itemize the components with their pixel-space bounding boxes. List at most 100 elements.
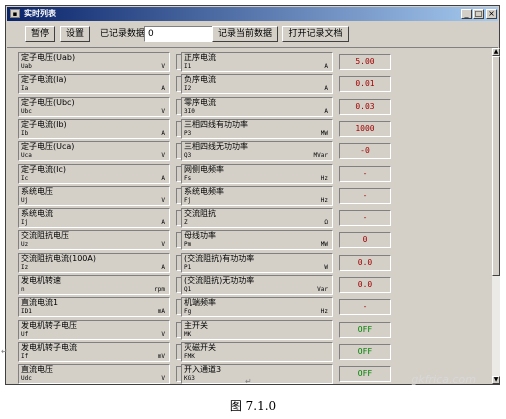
open-record-file-button[interactable]: 打开记录文档 bbox=[282, 26, 349, 42]
parameter-symbol: I2 bbox=[184, 85, 192, 93]
parameter-label-cell: 交流阻抗电流(100A) Iz A bbox=[18, 252, 170, 273]
parameter-unit: Hz bbox=[320, 174, 328, 182]
recorded-count-label: 已记录数据 bbox=[100, 29, 146, 39]
app-icon: ▪ bbox=[10, 9, 20, 18]
parameter-label-cell: 发电机转速 n rpm bbox=[18, 275, 170, 295]
parameter-symbol: Udc bbox=[21, 375, 32, 383]
data-list-panel: 定子电压(Uab)UabV100.0定子电流(Ia)IaA5.01定子电压(Ub… bbox=[7, 48, 491, 385]
parameter-symbol: Z bbox=[184, 219, 188, 227]
pause-button[interactable]: 暂停 bbox=[25, 26, 55, 42]
parameter-value: 0.0 bbox=[339, 277, 391, 293]
parameter-label-cell: 负序电流 I2 A bbox=[181, 74, 333, 95]
parameter-symbol: ID1 bbox=[21, 308, 32, 316]
parameter-name: 开入通道3 bbox=[184, 365, 222, 375]
parameter-label-cell: 系统电频率 Fj Hz bbox=[181, 185, 333, 206]
parameter-value: - bbox=[339, 165, 391, 182]
parameter-value: 0.03 bbox=[339, 98, 391, 115]
parameter-value: 5.00 bbox=[339, 54, 391, 70]
parameter-label-cell: 系统电流 Ij A bbox=[18, 208, 170, 229]
scroll-thumb[interactable] bbox=[492, 56, 500, 276]
parameter-label-cell: 定子电压(Uab) Uab V bbox=[18, 52, 170, 72]
parameter-unit: W bbox=[324, 263, 328, 271]
parameter-label-cell: 直流电压 Udc V bbox=[18, 364, 170, 385]
parameter-symbol: 3I0 bbox=[184, 107, 195, 115]
parameter-unit: V bbox=[161, 196, 165, 204]
parameter-name: 定子电压(Uca) bbox=[21, 142, 75, 152]
parameter-name: 三相四线有功功率 bbox=[184, 119, 248, 129]
parameter-unit: A bbox=[324, 85, 328, 93]
parameter-name: 发电机转子电流 bbox=[21, 342, 77, 352]
scroll-down-icon[interactable]: ▼ bbox=[492, 376, 500, 384]
parameter-label-cell: 母线功率 Pm MW bbox=[181, 230, 333, 251]
vertical-scrollbar[interactable]: ▲ ▼ bbox=[492, 48, 500, 384]
parameter-name: (交流阻抗)有功功率 bbox=[184, 253, 255, 263]
parameter-label-cell: 零序电流 3I0 A bbox=[181, 96, 333, 117]
parameter-value: 0.0 bbox=[339, 254, 391, 271]
parameter-unit: mA bbox=[157, 308, 165, 316]
parameter-symbol: Ic bbox=[21, 174, 29, 182]
parameter-unit: V bbox=[161, 375, 165, 383]
maximize-icon[interactable]: □ bbox=[473, 9, 484, 19]
parameter-unit: Ω bbox=[324, 219, 328, 227]
parameter-label-cell: 开入通道3 KG3 bbox=[181, 364, 333, 385]
parameter-name: 机端频率 bbox=[184, 298, 216, 308]
parameter-symbol: Fs bbox=[184, 174, 192, 182]
settings-button[interactable]: 设置 bbox=[60, 26, 90, 42]
parameter-symbol: Ubc bbox=[21, 107, 32, 115]
parameter-label-cell: 定子电流(Ia) Ia A bbox=[18, 74, 170, 95]
parameter-name: 系统电频率 bbox=[184, 186, 224, 196]
parameter-symbol: Uz bbox=[21, 241, 29, 249]
parameter-label-cell: 主开关 MK bbox=[181, 319, 333, 340]
parameter-label-cell: 三相四线无功功率 Q3 MVar bbox=[181, 141, 333, 162]
close-icon[interactable]: × bbox=[486, 9, 497, 19]
parameter-value: 0 bbox=[339, 232, 391, 249]
minimize-icon[interactable]: _ bbox=[461, 9, 472, 19]
watermark: gkfrica.com bbox=[411, 373, 476, 386]
parameter-unit: A bbox=[324, 63, 328, 70]
parameter-symbol: n bbox=[21, 286, 25, 293]
parameter-name: 系统电压 bbox=[21, 186, 53, 196]
parameter-symbol: Fj bbox=[184, 196, 192, 204]
parameter-unit: V bbox=[161, 330, 165, 338]
parameter-symbol: Q1 bbox=[184, 286, 192, 293]
figure-caption: 图 7.1.0 bbox=[229, 399, 277, 413]
parameter-name: 交流阻抗电流(100A) bbox=[21, 253, 96, 263]
parameter-symbol: Uca bbox=[21, 152, 32, 160]
parameter-value: - bbox=[339, 210, 391, 227]
parameter-label-cell: 灭磁开关 FMK bbox=[181, 341, 333, 362]
return-mark-icon: ↵ bbox=[1, 347, 8, 356]
parameter-symbol: Uab bbox=[21, 63, 32, 70]
parameter-label-cell: 交流阻抗 Z Ω bbox=[181, 208, 333, 229]
parameter-symbol: MK bbox=[184, 330, 192, 338]
scroll-up-icon[interactable]: ▲ bbox=[492, 48, 500, 56]
parameter-label-cell: 定子电压(Uca) Uca V bbox=[18, 141, 170, 162]
parameter-unit: A bbox=[161, 129, 165, 137]
parameter-unit: A bbox=[324, 107, 328, 115]
parameter-unit: A bbox=[161, 219, 165, 227]
parameter-unit: MW bbox=[320, 129, 328, 137]
parameter-unit: MVar bbox=[313, 152, 328, 160]
parameter-name: (交流阻抗)无功功率 bbox=[184, 276, 255, 285]
parameter-symbol: Ib bbox=[21, 129, 29, 137]
parameter-name: 母线功率 bbox=[184, 231, 216, 241]
parameter-symbol: Pm bbox=[184, 241, 192, 249]
record-current-button[interactable]: 记录当前数据 bbox=[212, 26, 278, 42]
parameter-symbol: FMK bbox=[184, 352, 195, 360]
parameter-label-cell: 交流阻抗电压 Uz V bbox=[18, 230, 170, 251]
parameter-name: 定子电流(Ia) bbox=[21, 75, 67, 85]
parameter-name: 直流电压 bbox=[21, 365, 53, 375]
parameter-name: 交流阻抗 bbox=[184, 209, 216, 219]
parameter-unit: mV bbox=[157, 352, 165, 360]
parameter-symbol: Uj bbox=[21, 196, 29, 204]
parameter-name: 定子电流(Ib) bbox=[21, 119, 67, 129]
parameter-unit: V bbox=[161, 152, 165, 160]
parameter-unit: V bbox=[161, 63, 165, 70]
parameter-name: 发电机转速 bbox=[21, 276, 61, 285]
parameter-label-cell: 三相四线有功功率 P3 MW bbox=[181, 118, 333, 139]
parameter-label-cell: (交流阻抗)无功功率 Q1 Var bbox=[181, 275, 333, 295]
parameter-symbol: Ij bbox=[21, 219, 29, 227]
title-bar[interactable]: ▪ 实时列表 _ □ × bbox=[7, 7, 498, 21]
parameter-name: 交流阻抗电压 bbox=[21, 231, 69, 241]
parameter-symbol: Fg bbox=[184, 308, 192, 316]
parameter-name: 网侧电频率 bbox=[184, 164, 224, 174]
